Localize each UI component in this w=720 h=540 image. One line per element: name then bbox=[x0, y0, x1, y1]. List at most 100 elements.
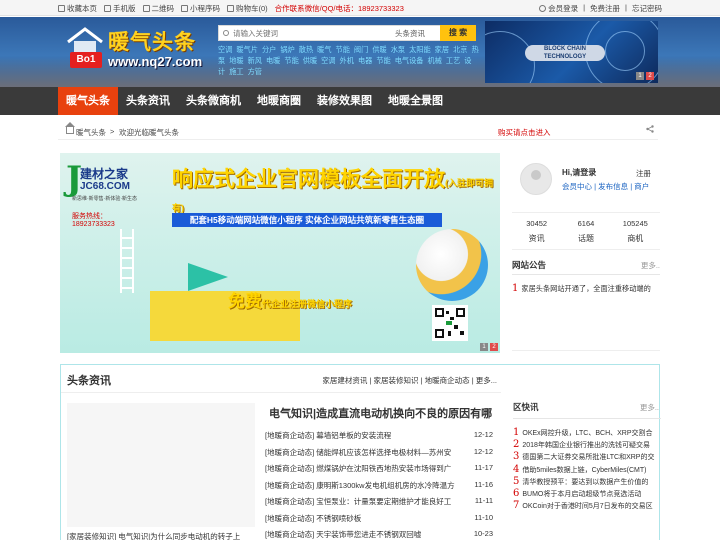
hot-keyword-link[interactable]: 外机 bbox=[340, 56, 354, 65]
hot-keyword-link[interactable]: 地暖 bbox=[229, 56, 243, 65]
slide-free-note: 代企业注册微信小程序 bbox=[262, 299, 353, 309]
hot-keyword-link[interactable]: 新风 bbox=[248, 56, 262, 65]
qrcode-link[interactable]: 二维码 bbox=[142, 3, 174, 14]
news-feature-image[interactable] bbox=[67, 403, 255, 527]
list-item[interactable]: [地暖商企动态] 宝恒泵业：计量泵要定期维护才能良好工 11-11 bbox=[265, 493, 493, 510]
hot-keyword-link[interactable]: 锅炉 bbox=[280, 45, 294, 54]
list-item[interactable]: [地暖商企动态] 不锈钢喷砂板 11-10 bbox=[265, 510, 493, 527]
hot-keyword-link[interactable]: 机械 bbox=[427, 56, 441, 65]
megaphone-graphic bbox=[188, 263, 228, 291]
list-item[interactable]: [地暖商企动态] 康明斯1300kw发电机组机房的水冷降温方 11-16 bbox=[265, 477, 493, 494]
list-item[interactable]: [地暖商企动态] 幕墙铝单板的安装流程 12-12 bbox=[265, 427, 493, 444]
cart-icon bbox=[227, 5, 234, 12]
forgot-password-link[interactable]: 忘记密码 bbox=[632, 3, 662, 14]
search-input[interactable] bbox=[219, 26, 389, 40]
hot-keyword-link[interactable]: 暖气 bbox=[317, 45, 331, 54]
list-item[interactable]: 7 OKCoin对于香港时间5月7日发布的交易区 bbox=[513, 500, 661, 512]
stat-business[interactable]: 105245 商机 bbox=[611, 213, 660, 249]
list-item[interactable]: 1 OKEx网控升级，LTC、BCH、XRP交割合 bbox=[513, 427, 661, 439]
banner-page-2[interactable]: 2 bbox=[646, 72, 654, 80]
share-icon[interactable] bbox=[646, 125, 654, 133]
hot-keyword-link[interactable]: 北京 bbox=[453, 45, 467, 54]
ball-graphic bbox=[416, 229, 488, 301]
buy-link[interactable]: 购买请点击进入 bbox=[498, 127, 551, 138]
nav-item-decoration-gallery[interactable]: 装修效果图 bbox=[309, 87, 380, 115]
nav-item-home[interactable]: 暖气头条 bbox=[58, 87, 118, 115]
cart-link[interactable]: 购物车(0) bbox=[227, 3, 268, 14]
avatar[interactable] bbox=[520, 163, 552, 195]
banner-label: BLOCK CHAIN TECHNOLOGY bbox=[525, 45, 605, 61]
hot-keyword-link[interactable]: 供暖 bbox=[303, 56, 317, 65]
flash-more-link[interactable]: 更多.. bbox=[640, 402, 659, 413]
hot-keyword-link[interactable]: 施工 bbox=[229, 67, 243, 76]
register-link[interactable]: 免费注册 bbox=[590, 3, 620, 14]
hot-keyword-link[interactable]: 散热 bbox=[299, 45, 313, 54]
logo-url: www.nq27.com bbox=[108, 54, 203, 69]
list-item[interactable]: [地暖商企动态] 储能焊机应该怎样选择电极材料—苏州安 12-12 bbox=[265, 444, 493, 461]
news-category-links[interactable]: 家居建材资讯 | 家居装修知识 | 地暖商企动态 | 更多... bbox=[322, 375, 497, 386]
list-item[interactable]: 4 借助5miles数据上链，CyberMiles(CMT) bbox=[513, 464, 661, 476]
notice-more-link[interactable]: 更多.. bbox=[641, 260, 660, 271]
list-item[interactable]: 5 清华教授预平：要达到以数据产生价值的 bbox=[513, 476, 661, 488]
mobile-link[interactable]: 手机版 bbox=[104, 3, 136, 14]
hot-keyword-link[interactable]: 空调 bbox=[218, 45, 232, 54]
flash-list: 1 OKEx网控升级，LTC、BCH、XRP交割合 2 2018年韩国企业银行推出的… bbox=[513, 427, 661, 512]
login-link[interactable]: 会员登录 bbox=[539, 3, 578, 14]
bookmark-link[interactable]: 收藏本页 bbox=[58, 3, 97, 14]
list-item[interactable]: 3 德国第二大证券交易所批准LTC和XRP的交 bbox=[513, 451, 661, 463]
news-feature-caption[interactable]: [家居装修知识] 电气知识|为什么同步电动机的转子上 bbox=[67, 531, 240, 540]
news-lead-headline[interactable]: 电气知识|造成直流电动机换向不良的原因有哪 bbox=[269, 405, 492, 421]
hot-keyword-link[interactable]: 电器 bbox=[358, 56, 372, 65]
login-prompt[interactable]: Hi,请登录 bbox=[562, 167, 596, 178]
site-logo[interactable]: Bo1 暖气头条 www.nq27.com bbox=[66, 24, 216, 74]
hot-keyword-link[interactable]: 阀门 bbox=[354, 45, 368, 54]
stat-news[interactable]: 30452 资讯 bbox=[512, 213, 561, 249]
slider-page-2[interactable]: 2 bbox=[490, 343, 498, 351]
hot-keyword-link[interactable]: 节能 bbox=[376, 56, 390, 65]
qrcode-icon bbox=[142, 5, 150, 12]
breadcrumb-home[interactable]: 暖气头条 bbox=[76, 127, 106, 138]
hot-keyword-link[interactable]: 暖气片 bbox=[236, 45, 258, 54]
flash-title: 区快讯 bbox=[513, 402, 539, 412]
search-box: 头条资讯 bbox=[218, 25, 476, 41]
hot-keyword-link[interactable]: 分户 bbox=[262, 45, 276, 54]
list-item[interactable]: [地暖商企动态] 燃煤锅炉在沈阳铁西地热安装市场得到广 11-17 bbox=[265, 460, 493, 477]
main-slider[interactable]: J 建材之家 JC68.COM 新思维·新零售·新体验·新生态 服务热线：189… bbox=[60, 153, 500, 353]
hot-keyword-link[interactable]: 供暖 bbox=[372, 45, 386, 54]
logo-badge: Bo1 bbox=[70, 52, 102, 68]
search-scope-select[interactable]: 头条资讯 bbox=[395, 28, 425, 39]
slide-logo: J 建材之家 JC68.COM 新思维·新零售·新体验·新生态 服务热线：189… bbox=[66, 159, 146, 228]
list-item[interactable]: 6 BUMO将于本月启动超级节点竞选活动 bbox=[513, 488, 661, 500]
register-link-panel[interactable]: 注册 bbox=[636, 168, 651, 179]
nav-item-business-circle[interactable]: 地暖商圈 bbox=[249, 87, 309, 115]
member-links[interactable]: 会员中心 | 发布信息 | 商户 bbox=[562, 181, 649, 192]
list-item[interactable]: [地暖商企动态] 天宇装饰带您进走不锈钢双回嘘 10-23 bbox=[265, 526, 493, 540]
nav-item-news[interactable]: 头条资讯 bbox=[118, 87, 178, 115]
hot-keyword-link[interactable]: 空调 bbox=[321, 56, 335, 65]
slider-page-1[interactable]: 1 bbox=[480, 343, 488, 351]
hot-keyword-link[interactable]: 电气设备 bbox=[395, 56, 424, 65]
slide-headline: 响应式企业官网模板全面开放(入驻即可拥有) bbox=[172, 168, 493, 213]
hot-keyword-link[interactable]: 节能 bbox=[336, 45, 350, 54]
slide-subtitle: 配套H5移动端网站微信小程序 实体企业网站共筑新零售生态圈 bbox=[172, 213, 442, 227]
nav-item-micro-business[interactable]: 头条微商机 bbox=[178, 87, 249, 115]
banner-page-1[interactable]: 1 bbox=[636, 72, 644, 80]
hot-keyword-link[interactable]: 电暖 bbox=[266, 56, 280, 65]
header-ad-banner[interactable]: BLOCK CHAIN TECHNOLOGY 1 2 bbox=[485, 21, 658, 83]
hot-keyword-link[interactable]: 太阳能 bbox=[409, 45, 431, 54]
search-button[interactable]: 搜 索 bbox=[440, 25, 476, 41]
hot-keyword-link[interactable]: 节能 bbox=[284, 56, 298, 65]
hot-keyword-link[interactable]: 水泵 bbox=[391, 45, 405, 54]
breadcrumb-current: 欢迎光临暖气头条 bbox=[119, 128, 179, 137]
miniprogram-link[interactable]: 小程序码 bbox=[181, 3, 220, 14]
news-list: [地暖商企动态] 幕墙铝单板的安装流程 12-12 [地暖商企动态] 储能焊机应该… bbox=[265, 427, 493, 540]
list-item[interactable]: 2 2018年韩国企业银行推出的洗钱可疑交易 bbox=[513, 439, 661, 451]
nav-item-panorama[interactable]: 地暖全景图 bbox=[380, 87, 451, 115]
hot-keyword-link[interactable]: 方管 bbox=[248, 67, 262, 76]
stat-topics[interactable]: 6164 话题 bbox=[561, 213, 610, 249]
main-nav: 暖气头条 头条资讯 头条微商机 地暖商圈 装修效果图 地暖全景图 bbox=[0, 87, 720, 115]
hot-keyword-link[interactable]: 工艺 bbox=[446, 56, 460, 65]
hot-keyword-link[interactable]: 家居 bbox=[435, 45, 449, 54]
notice-item[interactable]: 1 家居头条网站开通了，全面注重移动端的 bbox=[512, 283, 651, 294]
top-utility-bar: 收藏本页 手机版 二维码 小程序码 购物车(0) 合作联系微信/QQ/电话：18… bbox=[0, 0, 720, 16]
